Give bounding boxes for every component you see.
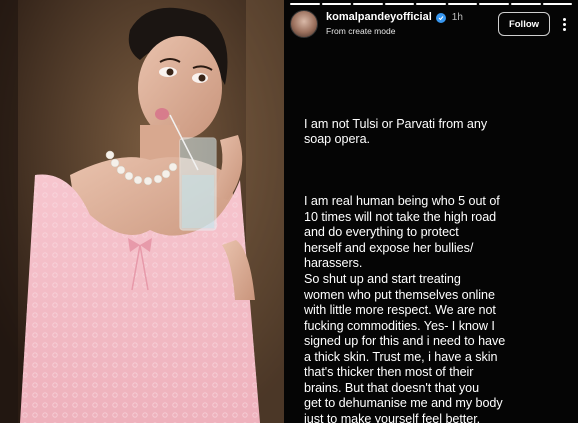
progress-segment [416,3,446,5]
user-row: komalpandeyofficial 1h [326,11,498,24]
progress-segment [510,3,541,5]
progress-segment [353,3,383,5]
progress-segment [479,3,509,5]
photo-panel [0,0,284,423]
verified-badge-icon [435,12,446,23]
story-progress-bars [290,3,573,5]
story-subtitle: From create mode [326,26,396,36]
story-panel: komalpandeyofficial 1h From create mode … [284,0,578,423]
follow-button[interactable]: Follow [498,12,550,36]
progress-segment [321,3,352,5]
progress-segment [290,3,320,5]
username[interactable]: komalpandeyofficial [326,11,432,24]
progress-segment [447,3,478,5]
story-paragraph-1: I am not Tulsi or Parvati from any soap … [304,116,488,147]
story-header-text: komalpandeyofficial 1h From create mode [326,11,498,37]
progress-segment [542,3,573,5]
progress-segment [384,3,415,5]
more-options-icon[interactable] [558,13,570,35]
portrait-photo [0,0,284,423]
avatar[interactable] [290,10,318,38]
story-text: I am not Tulsi or Parvati from any soap … [304,101,572,423]
story-paragraph-2: I am real human being who 5 out of 10 ti… [304,194,506,423]
story-header: komalpandeyofficial 1h From create mode … [290,9,570,39]
post-time: 1h [451,12,463,23]
